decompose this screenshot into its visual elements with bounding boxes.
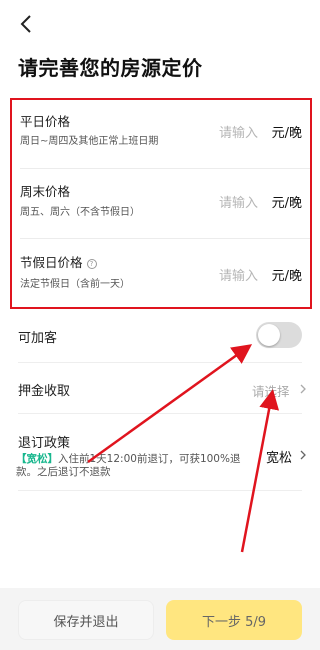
arrow-to-toggle [87,344,253,464]
chevron-right-icon [300,384,306,394]
holiday-price-row[interactable]: 节假日价格? 法定节假日（含前一天） 请输入 元/晚 [20,251,302,307]
weekend-price-desc: 周五、周六（不含节假日） [20,207,140,218]
holiday-price-unit: 元/晚 [271,269,302,284]
holiday-price-desc: 法定节假日（含前一天） [20,279,130,290]
weekend-price-label: 周末价格 [20,184,71,199]
weekday-price-row[interactable]: 平日价格 周日~周四及其他正常上班日期 请输入 元/晚 [20,110,302,170]
holiday-price-label: 节假日价格? [20,252,97,271]
next-step-button[interactable]: 下一步 5/9 [166,600,302,640]
save-exit-button[interactable]: 保存并退出 [18,600,154,640]
cancel-policy-select[interactable]: 宽松 [266,447,292,466]
weekday-price-unit: 元/晚 [271,126,302,141]
extra-guest-toggle[interactable] [256,322,302,348]
divider [20,238,310,239]
cancel-policy-desc: 【宽松】入住前1天12:00前退订，可获100%退款。之后退订不退款 [16,453,256,479]
weekday-price-label: 平日价格 [20,114,71,129]
weekend-price-row[interactable]: 周末价格 周五、周六（不含节假日） 请输入 元/晚 [20,180,302,240]
divider [18,490,302,491]
divider [18,362,302,363]
toggle-knob [258,324,280,346]
extra-guest-label: 可加客 [18,331,58,346]
chevron-right-icon [300,450,306,460]
divider [18,413,302,414]
deposit-select[interactable]: 请选择 [252,381,290,400]
help-icon[interactable]: ? [86,259,97,269]
price-settings-box: 平日价格 周日~周四及其他正常上班日期 请输入 元/晚 周末价格 周五、周六（不… [10,98,312,309]
chevron-left-icon [20,15,31,33]
cancel-policy-label: 退订政策 [18,436,71,451]
back-button[interactable] [14,12,38,36]
deposit-label: 押金收取 [18,384,71,399]
weekday-price-desc: 周日~周四及其他正常上班日期 [20,136,159,147]
weekend-price-unit: 元/晚 [271,196,302,211]
weekday-price-input[interactable]: 请输入 [219,122,258,141]
page-title: 请完善您的房源定价 [18,56,203,80]
holiday-price-label-text: 节假日价格 [20,255,83,270]
weekend-price-input[interactable]: 请输入 [219,192,258,211]
policy-tag: 【宽松】 [16,453,58,465]
divider [20,168,310,169]
holiday-price-input[interactable]: 请输入 [219,265,258,284]
